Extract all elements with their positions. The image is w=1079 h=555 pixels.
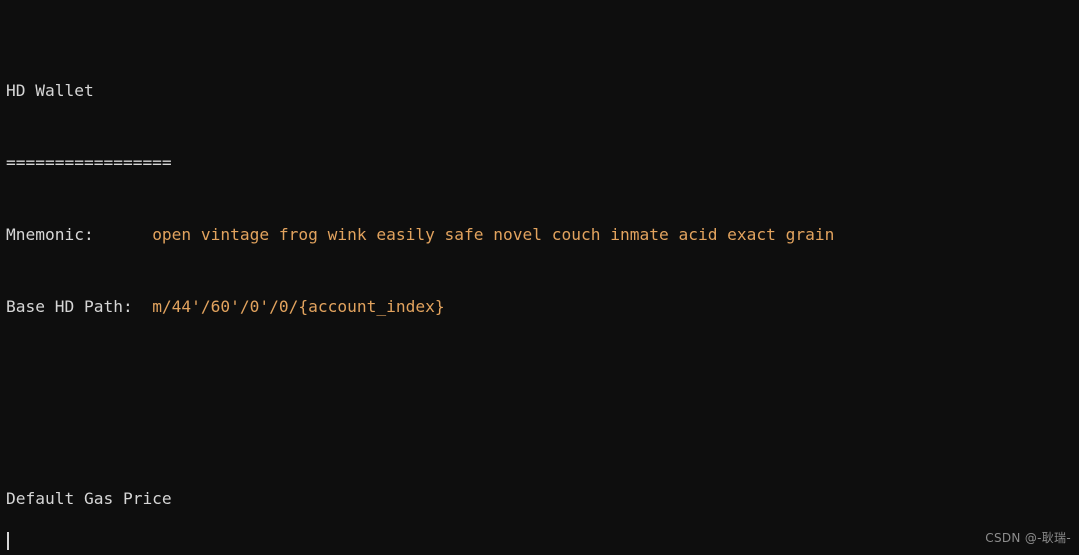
mnemonic-row: Mnemonic: open vintage frog wink easily … xyxy=(6,223,834,247)
base-hd-path-value: m/44'/60'/0'/0/{account_index} xyxy=(152,297,445,316)
default-gas-price-heading: Default Gas Price xyxy=(6,489,172,508)
base-hd-path-label: Base HD Path: xyxy=(6,297,153,316)
terminal-output: HD Wallet ================= Mnemonic: op… xyxy=(6,7,834,555)
base-hd-path-row: Base HD Path: m/44'/60'/0'/0/{account_in… xyxy=(6,295,834,319)
terminal-window: HD Wallet ================= Mnemonic: op… xyxy=(0,0,1079,555)
hd-wallet-heading: HD Wallet xyxy=(6,81,94,100)
mnemonic-label: Mnemonic: xyxy=(6,225,153,244)
hd-wallet-separator: ================= xyxy=(6,153,172,172)
mnemonic-value: open vintage frog wink easily safe novel… xyxy=(152,225,835,244)
watermark: CSDN @-耿瑞- xyxy=(985,531,1071,545)
terminal-cursor xyxy=(7,532,9,550)
